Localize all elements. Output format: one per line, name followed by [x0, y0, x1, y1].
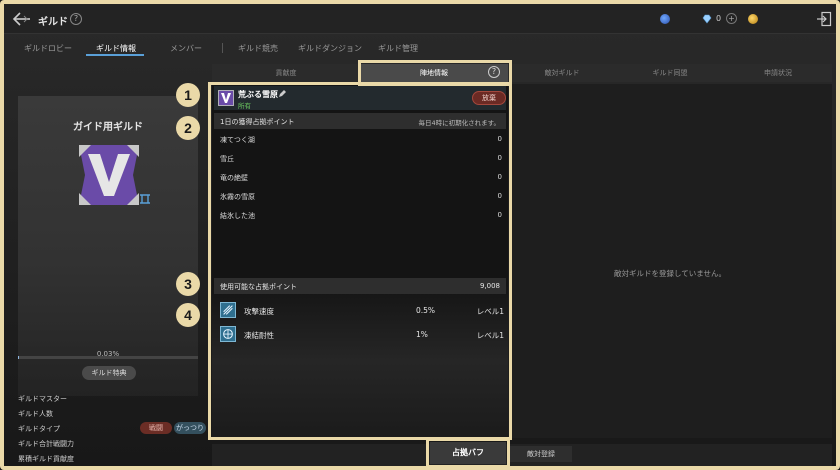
guild-rank-icon: [140, 194, 150, 204]
available-points-value: 9,008: [479, 282, 500, 290]
badge-4: 4: [176, 303, 200, 327]
freeze-resist-icon: [220, 326, 236, 342]
page-title: ギルド: [38, 17, 68, 28]
guild-progress-bar: [18, 356, 198, 359]
guild-emblem-icon: [79, 145, 139, 205]
territory-emblem-icon: [218, 90, 234, 106]
guild-name: ガイド用ギルド: [73, 122, 143, 133]
tab-guild-info[interactable]: ギルド情報: [96, 43, 136, 54]
point-row-name: 氷霧の雪原: [220, 193, 255, 201]
guild-style-tag: がっつり: [174, 422, 206, 434]
info-label-type: ギルドタイプ: [18, 425, 60, 433]
help-icon[interactable]: ?: [70, 13, 82, 25]
territory-status: 所有: [238, 102, 251, 110]
info-label-members: ギルド人数: [18, 410, 53, 418]
info-label-contribution: 累積ギルド貢献度: [18, 455, 74, 463]
point-row-name: 雪丘: [220, 155, 234, 163]
point-row-value: 0: [497, 135, 502, 143]
exit-icon[interactable]: [816, 11, 832, 27]
info-label-power: ギルド合計戦闘力: [18, 440, 74, 448]
pencil-icon[interactable]: [278, 89, 287, 98]
badge-1: 1: [176, 83, 200, 107]
point-row-value: 0: [497, 192, 502, 200]
tab-guild-alliance[interactable]: ギルド同盟: [616, 64, 724, 82]
buff-value: 0.5%: [416, 306, 436, 315]
diamond-icon: [702, 14, 712, 24]
tab-application-status[interactable]: 申請状況: [724, 64, 832, 82]
abandon-button[interactable]: 放棄: [472, 91, 506, 105]
point-row: 結氷した池 0: [220, 211, 502, 225]
sub-tab-bar: 貢献度 陣地情報 敵対ギルド ギルド同盟 申請状況: [212, 64, 832, 82]
active-tab-indicator: [86, 54, 144, 56]
tab-guild-manage[interactable]: ギルド管理: [378, 43, 418, 54]
tab-guild-lobby[interactable]: ギルドロビー: [24, 43, 72, 54]
tab-guild-dungeon[interactable]: ギルドダンジョン: [298, 43, 362, 54]
point-row-value: 0: [497, 173, 502, 181]
tab-guild-auction[interactable]: ギルド競売: [238, 43, 278, 54]
tab-enemy-guild[interactable]: 敵対ギルド: [508, 64, 616, 82]
territory-help-icon[interactable]: ?: [488, 66, 500, 78]
buff-name: 攻撃速度: [244, 307, 274, 316]
info-label-master: ギルドマスター: [18, 395, 67, 403]
buff-level: レベル1: [476, 331, 504, 340]
buff-row[interactable]: 凍結耐性 1% レベル1: [220, 326, 504, 344]
available-points-label: 使用可能な占拠ポイント: [220, 283, 297, 291]
territory-row: 荒ぶる雪原 所有 放棄: [214, 86, 506, 110]
daily-points-title: 1日の獲得占拠ポイント: [220, 118, 295, 126]
daily-points-header: 1日の獲得占拠ポイント 毎日4時に初期化されます。: [214, 113, 506, 129]
territory-panel: 荒ぶる雪原 所有 放棄 1日の獲得占拠ポイント 毎日4時に初期化されます。 凍て…: [212, 84, 508, 438]
territory-name: 荒ぶる雪原: [238, 90, 278, 99]
tab-contribution[interactable]: 貢献度: [212, 64, 360, 82]
no-enemy-message: 敵対ギルドを登録していません。: [613, 269, 727, 278]
enemy-register-button[interactable]: 敵対登録: [510, 446, 572, 462]
point-row: 雪丘 0: [220, 154, 502, 168]
point-row-value: 0: [497, 211, 502, 219]
point-row-value: 0: [497, 154, 502, 162]
enemy-guild-panel: 敵対ギルドを登録していません。: [508, 84, 832, 438]
gold-coin-icon: [748, 14, 758, 24]
point-row-name: 竜の絶壁: [220, 174, 248, 182]
badge-2: 2: [176, 116, 200, 140]
top-bar: ギルド ? 0 +: [4, 4, 836, 34]
point-row: 竜の絶壁 0: [220, 173, 502, 187]
plus-icon[interactable]: +: [726, 13, 737, 24]
occupation-buff-button[interactable]: 占拠バフ: [430, 442, 506, 464]
daily-reset-note: 毎日4時に初期化されます。: [418, 119, 501, 127]
badge-3: 3: [176, 272, 200, 296]
tab-territory-info[interactable]: 陣地情報: [360, 64, 508, 82]
attack-speed-icon: [220, 302, 236, 318]
buff-name: 凍結耐性: [244, 331, 274, 340]
buff-level: レベル1: [476, 307, 504, 316]
blue-coin-icon: [660, 14, 670, 24]
tab-members[interactable]: メンバー: [170, 43, 202, 54]
point-row: 凍てつく湖 0: [220, 135, 502, 149]
guild-progress-fill: [18, 356, 19, 359]
point-row: 氷霧の雪原 0: [220, 192, 502, 206]
guild-benefit-button[interactable]: ギルド特典: [82, 366, 136, 380]
available-points-header: 使用可能な占拠ポイント 9,008: [214, 278, 506, 294]
buff-row[interactable]: 攻撃速度 0.5% レベル1: [220, 302, 504, 320]
buff-value: 1%: [416, 330, 428, 339]
point-row-name: 凍てつく湖: [220, 136, 255, 144]
back-arrow-icon[interactable]: [12, 11, 32, 27]
gem-count: 0: [716, 14, 722, 23]
tab-divider: [222, 43, 223, 53]
point-row-name: 結氷した池: [220, 212, 255, 220]
guild-type-tag: 戦闘: [140, 422, 172, 434]
app-frame: ギルド ? 0 + ギルドロビー ギルド情報 メンバー ギルド競売 ギルドダンジ…: [0, 0, 840, 470]
